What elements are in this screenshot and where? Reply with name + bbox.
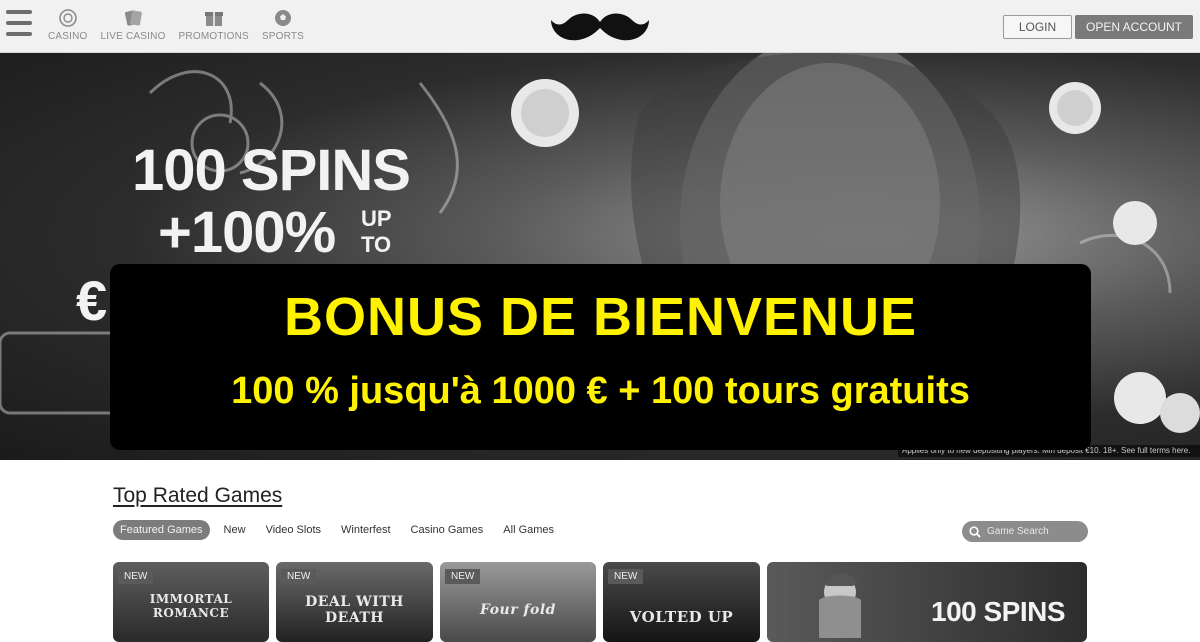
new-badge: NEW (118, 569, 154, 584)
new-badge: NEW (281, 569, 317, 584)
hero-percent-text: +100% (158, 200, 336, 265)
search-input[interactable] (987, 526, 1083, 537)
nav-item-promotions[interactable]: PROMOTIONS (179, 8, 249, 42)
game-tile[interactable]: NEW VOLTED UP (603, 562, 760, 642)
game-category-tabs: Featured Games New Video Slots Winterfes… (113, 520, 560, 540)
nav-item-live-casino[interactable]: LIVE CASINO (101, 8, 166, 42)
game-tile[interactable]: NEW IMMORTAL ROMANCE (113, 562, 269, 642)
chip-icon (58, 8, 78, 28)
top-navigation-bar: CASINO LIVE CASINO PROMOTIONS SPORTS LOG… (0, 0, 1200, 53)
tab-all-games[interactable]: All Games (497, 520, 560, 540)
cards-icon (123, 8, 143, 28)
banner-title: BONUS DE BIENVENUE (283, 287, 918, 347)
login-button[interactable]: LOGIN (1003, 15, 1072, 39)
tab-video-slots[interactable]: Video Slots (260, 520, 327, 540)
search-icon (969, 525, 981, 538)
tab-featured-games[interactable]: Featured Games (113, 520, 210, 540)
game-title: DEAL WITH DEATH (305, 594, 404, 626)
mascot-icon (819, 573, 861, 638)
game-tile[interactable]: NEW DEAL WITH DEATH (276, 562, 433, 642)
tab-casino-games[interactable]: Casino Games (405, 520, 490, 540)
game-title: Four fold (480, 602, 556, 618)
banner-subtitle: 100 % jusqu'à 1000 € + 100 tours gratuit… (231, 370, 970, 412)
mustache-logo-icon[interactable] (548, 6, 652, 46)
welcome-bonus-banner: BONUS DE BIENVENUE 100 % jusqu'à 1000 € … (110, 264, 1091, 450)
new-badge: NEW (608, 569, 644, 584)
nav-label: CASINO (48, 31, 88, 42)
game-tile[interactable]: NEW Four fold (440, 562, 596, 642)
hero-spins-text: 100 SPINS (132, 138, 411, 203)
nav-item-sports[interactable]: SPORTS (262, 8, 304, 42)
soccer-ball-icon (273, 8, 293, 28)
promo-text: 100 SPINS (931, 596, 1066, 627)
open-account-button[interactable]: OPEN ACCOUNT (1075, 15, 1193, 39)
new-badge: NEW (445, 569, 481, 584)
promo-tile[interactable]: 100 SPINS (767, 562, 1087, 642)
tab-winterfest[interactable]: Winterfest (335, 520, 397, 540)
tab-new[interactable]: New (218, 520, 252, 540)
main-nav: CASINO LIVE CASINO PROMOTIONS SPORTS (48, 8, 304, 42)
nav-item-casino[interactable]: CASINO (48, 8, 88, 42)
hero-currency-text: € (76, 269, 108, 332)
nav-label: LIVE CASINO (100, 31, 166, 42)
section-title: Top Rated Games (113, 484, 283, 507)
game-title: VOLTED UP (629, 608, 734, 626)
nav-label: PROMOTIONS (178, 31, 249, 42)
nav-label: SPORTS (261, 31, 305, 42)
menu-icon[interactable] (6, 10, 32, 40)
game-title: IMMORTAL ROMANCE (149, 592, 233, 620)
game-search[interactable] (962, 521, 1088, 542)
hero-upto-text: UP TO (361, 206, 392, 257)
gift-icon (204, 8, 224, 28)
